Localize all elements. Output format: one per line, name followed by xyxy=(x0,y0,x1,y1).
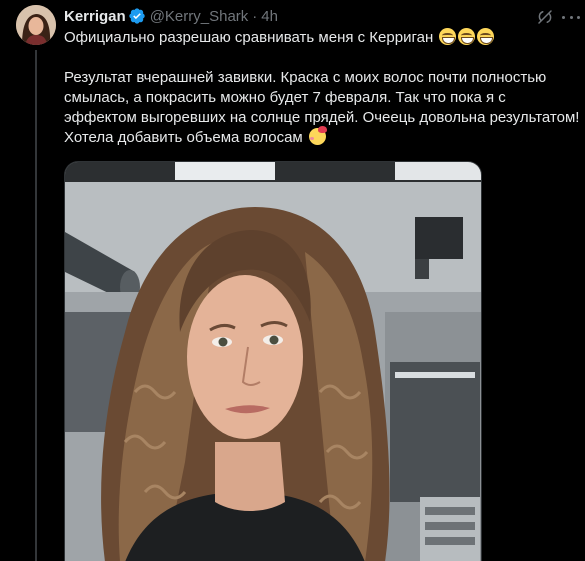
separator-dot: · xyxy=(252,7,258,25)
tweet-photo[interactable] xyxy=(64,161,482,561)
tweet-text-line2: Результат вчерашней завивки. Краска с мо… xyxy=(64,69,580,146)
tweet-header: Kerrigan @Kerry_Shark · 4h xyxy=(64,6,278,26)
smiling-face-with-hearts-icon xyxy=(308,126,327,145)
handle[interactable]: @Kerry_Shark xyxy=(150,8,249,25)
grinning-face-icon xyxy=(458,28,476,45)
grinning-face-icon xyxy=(477,28,495,45)
selfie-photo xyxy=(65,162,481,561)
timestamp[interactable]: 4h xyxy=(261,8,278,25)
tweet[interactable]: Kerrigan @Kerry_Shark · 4h Официально ра… xyxy=(0,0,585,561)
avatar[interactable] xyxy=(16,5,56,45)
grinning-face-icon xyxy=(439,28,457,45)
more-options-icon[interactable] xyxy=(562,8,580,26)
avatar-image xyxy=(16,5,56,45)
thread-line xyxy=(35,50,37,561)
display-name[interactable]: Kerrigan xyxy=(64,8,126,25)
tweet-text: Официально разрешаю сравнивать меня с Ке… xyxy=(64,28,580,148)
verified-badge-icon[interactable] xyxy=(128,7,146,25)
tweet-text-line1: Официально разрешаю сравнивать меня с Ке… xyxy=(64,28,580,48)
grok-icon[interactable] xyxy=(536,8,554,26)
